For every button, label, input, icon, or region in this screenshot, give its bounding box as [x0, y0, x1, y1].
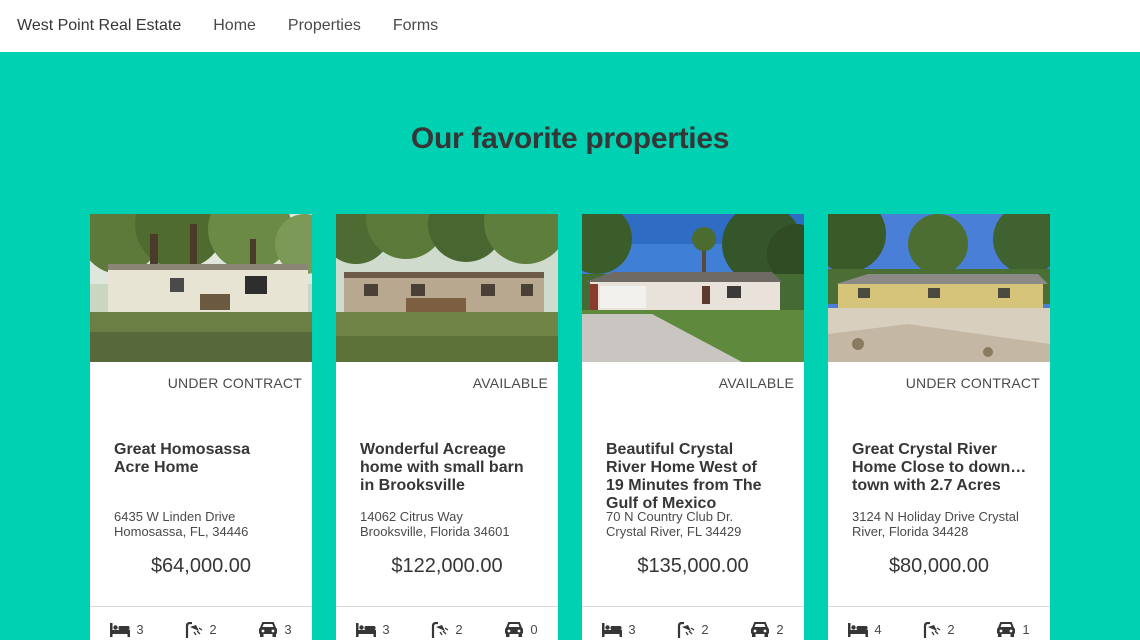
- status-badge: AVAILABLE: [472, 375, 548, 391]
- property-title[interactable]: Great Crystal River Home Close to downto…: [852, 441, 1028, 495]
- property-photo[interactable]: [90, 214, 312, 362]
- beds-item: 3: [336, 607, 410, 640]
- garage-item: 2: [730, 607, 804, 640]
- car-icon: [504, 622, 524, 637]
- address-line: 70 N Country Club Dr.: [606, 509, 734, 524]
- brand-link[interactable]: West Point Real Estate: [17, 17, 181, 35]
- title-line: in Brooksville: [360, 477, 465, 494]
- property-address: 70 N Country Club Dr. Crystal River, FL …: [606, 509, 796, 539]
- title-line: Great Crystal River: [852, 441, 997, 458]
- baths-item: 2: [902, 607, 976, 640]
- card-footer: 3 2 0: [336, 606, 558, 640]
- address-line: 3124 N Holiday Drive Crystal: [852, 509, 1019, 524]
- beds-count: 3: [628, 622, 636, 637]
- garage-item: 0: [484, 607, 558, 640]
- property-price: $64,000.00: [150, 555, 252, 577]
- beds-item: 3: [90, 607, 164, 640]
- bed-icon: [848, 622, 869, 637]
- nav-link-properties[interactable]: Properties: [288, 17, 361, 35]
- garage-count: 0: [530, 622, 538, 637]
- status-badge: UNDER CONTRACT: [905, 375, 1040, 391]
- address-line: Crystal River, FL 34429: [606, 524, 742, 539]
- car-icon: [258, 622, 278, 637]
- address-line: Brooksville, Florida 34601: [360, 524, 510, 539]
- address-line: Homosassa, FL, 34446: [114, 524, 249, 539]
- shower-icon: [431, 621, 449, 638]
- property-card[interactable]: UNDER CONTRACT Great Crystal River Home …: [828, 214, 1050, 640]
- property-address: 14062 Citrus Way Brooksville, Florida 34…: [360, 509, 550, 539]
- card-footer: 3 2 2: [582, 606, 804, 640]
- title-line: Home Close to downtown: [852, 459, 1028, 476]
- status-badge: UNDER CONTRACT: [167, 375, 302, 391]
- title-line: Great Homosassa: [114, 441, 251, 458]
- property-price: $122,000.00: [391, 555, 503, 577]
- bed-icon: [602, 622, 623, 637]
- baths-count: 2: [701, 622, 709, 637]
- property-photo[interactable]: [336, 214, 558, 362]
- address-line: 14062 Citrus Way: [360, 509, 463, 524]
- shower-icon: [185, 621, 203, 638]
- bed-icon: [356, 622, 377, 637]
- bed-icon: [110, 622, 131, 637]
- title-line: 19 Minutes from The: [606, 477, 762, 494]
- garage-item: 3: [238, 607, 312, 640]
- property-title[interactable]: Great Homosassa Acre Home: [114, 441, 290, 477]
- beds-count: 3: [382, 622, 390, 637]
- nav-link-forms[interactable]: Forms: [393, 17, 438, 35]
- baths-count: 2: [455, 622, 463, 637]
- car-icon: [996, 622, 1016, 637]
- shower-icon: [677, 621, 695, 638]
- title-line: River Home West of: [606, 459, 757, 476]
- garage-item: 1: [976, 607, 1050, 640]
- property-card[interactable]: UNDER CONTRACT Great Homosassa Acre Home…: [90, 214, 312, 640]
- beds-item: 3: [582, 607, 656, 640]
- card-footer: 4 2 1: [828, 606, 1050, 640]
- title-line: home with small barn: [360, 459, 524, 476]
- baths-count: 2: [209, 622, 217, 637]
- baths-item: 2: [164, 607, 238, 640]
- address-line: River, Florida 34428: [852, 524, 969, 539]
- title-line: town with 2.7 Acres: [852, 477, 1001, 494]
- garage-count: 3: [284, 622, 292, 637]
- title-line: Wonderful Acreage: [360, 441, 506, 458]
- property-address: 3124 N Holiday Drive Crystal River, Flor…: [852, 509, 1042, 539]
- beds-count: 4: [874, 622, 882, 637]
- car-icon: [750, 622, 770, 637]
- status-badge: AVAILABLE: [718, 375, 794, 391]
- property-title[interactable]: Wonderful Acreage home with small barn i…: [360, 441, 536, 495]
- garage-count: 1: [1022, 622, 1030, 637]
- beds-count: 3: [136, 622, 144, 637]
- page-title: Our favorite properties: [410, 122, 730, 155]
- title-line: Acre Home: [114, 459, 199, 476]
- top-navbar: West Point Real Estate Home Properties F…: [0, 0, 1140, 52]
- baths-item: 2: [410, 607, 484, 640]
- title-line: Beautiful Crystal: [606, 441, 734, 458]
- garage-count: 2: [776, 622, 784, 637]
- beds-item: 4: [828, 607, 902, 640]
- property-price: $80,000.00: [888, 555, 990, 577]
- nav-link-home[interactable]: Home: [213, 17, 256, 35]
- card-footer: 3 2 3: [90, 606, 312, 640]
- address-line: 6435 W Linden Drive: [114, 509, 236, 524]
- shower-icon: [923, 621, 941, 638]
- baths-count: 2: [947, 622, 955, 637]
- property-photo[interactable]: [582, 214, 804, 362]
- property-address: 6435 W Linden Drive Homosassa, FL, 34446: [114, 509, 304, 539]
- property-title[interactable]: Beautiful Crystal River Home West of 19 …: [606, 441, 782, 513]
- property-card[interactable]: AVAILABLE Wonderful Acreage home with sm…: [336, 214, 558, 640]
- property-price: $135,000.00: [637, 555, 749, 577]
- property-photo[interactable]: [828, 214, 1050, 362]
- baths-item: 2: [656, 607, 730, 640]
- property-card[interactable]: AVAILABLE Beautiful Crystal River Home W…: [582, 214, 804, 640]
